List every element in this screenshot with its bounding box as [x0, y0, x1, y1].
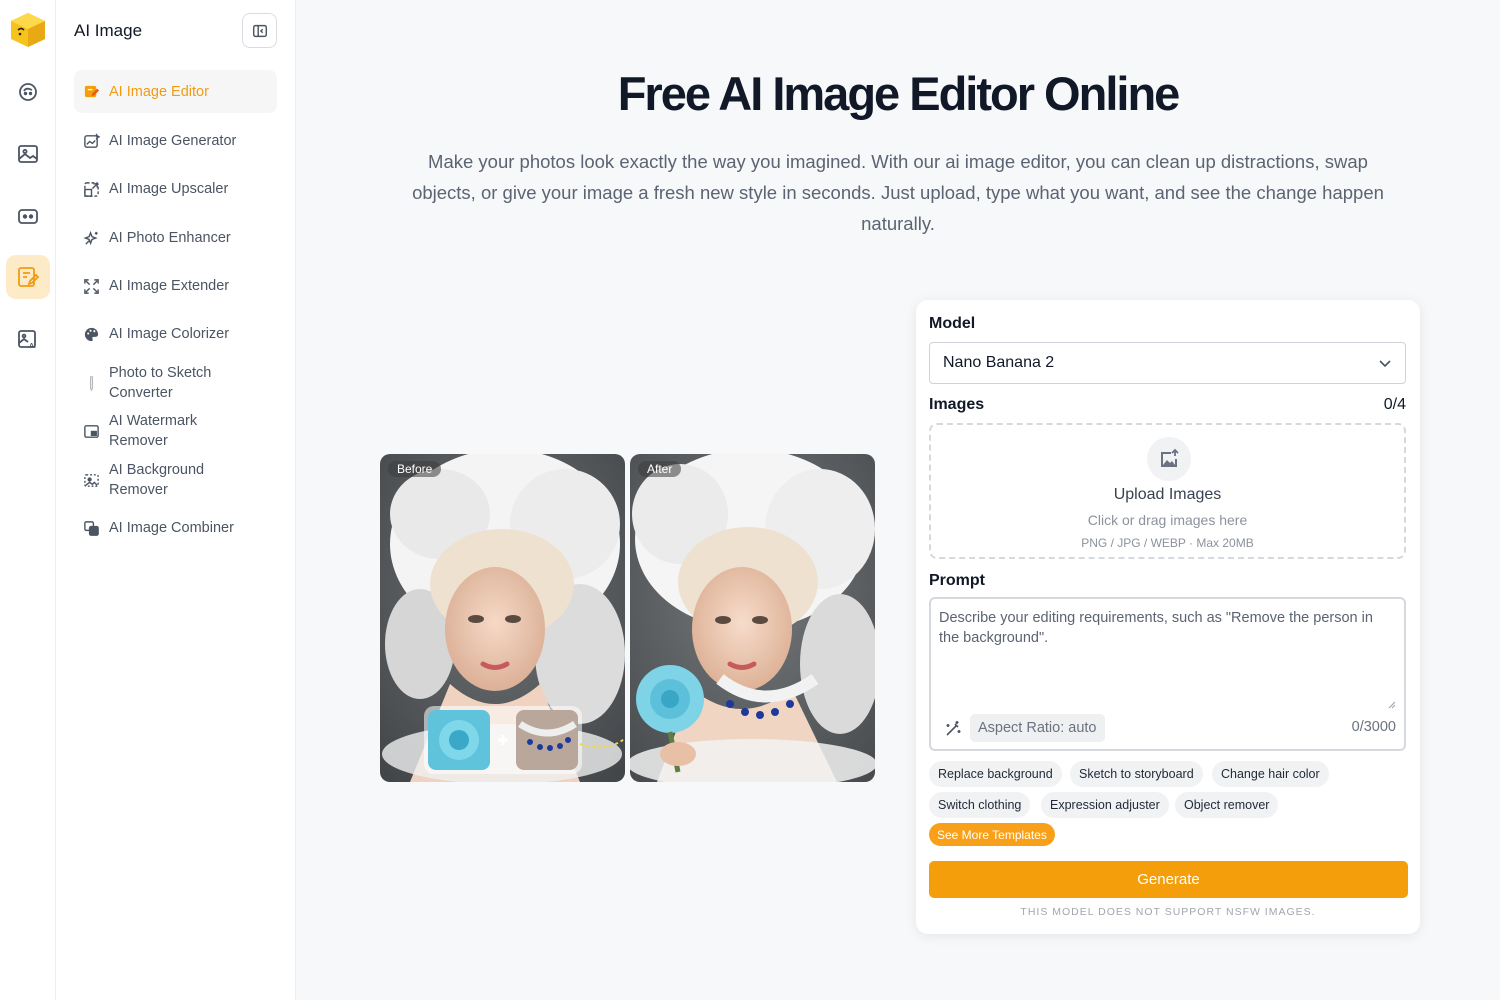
sidebar-item-ai-image-extender[interactable]: AI Image Extender — [74, 275, 277, 297]
sidebar-item-ai-background-remover[interactable]: AI Background Remover — [74, 459, 277, 501]
template-sketch-to-storyboard[interactable]: Sketch to storyboard — [1070, 761, 1203, 787]
template-change-hair-color[interactable]: Change hair color — [1212, 761, 1329, 787]
page-title: Free AI Image Editor Online — [617, 67, 1181, 120]
template-object-remover[interactable]: Object remover — [1175, 792, 1279, 818]
app-logo-icon[interactable] — [9, 11, 47, 49]
see-more-templates-button[interactable]: See More Templates — [929, 823, 1055, 846]
panel-icon — [252, 24, 267, 37]
upscale-icon — [82, 180, 100, 198]
generate-button[interactable]: Generate — [929, 861, 1408, 898]
watermark-icon — [82, 422, 100, 440]
sidebar-title: AI Image — [74, 21, 143, 40]
resize-handle-icon[interactable] — [1386, 699, 1396, 709]
prompt-char-count: 0/3000 — [1351, 719, 1396, 735]
after-image: After — [630, 454, 875, 782]
upload-hint: Click or drag images here — [1087, 512, 1248, 528]
image-upload-dropzone[interactable]: Upload Images Click or drag images here … — [929, 423, 1406, 559]
background-remove-icon — [82, 471, 100, 489]
pencil-icon — [82, 374, 100, 392]
images-label: Images — [929, 396, 985, 413]
model-label: Model — [929, 315, 976, 332]
sidebar-collapse-button[interactable] — [242, 13, 277, 48]
sidebar-item-ai-photo-enhancer[interactable]: AI Photo Enhancer — [74, 227, 277, 249]
combine-icon — [82, 519, 100, 537]
rail-image-edit-icon[interactable] — [6, 255, 50, 299]
sidebar-item-ai-watermark-remover[interactable]: AI Watermark Remover — [74, 410, 277, 452]
rail-image-icon[interactable] — [6, 132, 50, 176]
image-edit-icon — [82, 83, 100, 101]
model-select[interactable]: Nano Banana 2 — [929, 342, 1406, 384]
model-select-value: Nano Banana 2 — [943, 354, 1055, 371]
nsfw-note: This model does not support NSFW images. — [1020, 906, 1316, 918]
upload-image-icon — [1147, 437, 1191, 481]
before-label: Before — [388, 461, 442, 477]
sidebar-item-ai-image-combiner[interactable]: AI Image Combiner — [74, 517, 277, 539]
before-image: Before — [380, 454, 625, 782]
editor-form-card: Model Nano Banana 2 Images 0/4 Upload Im… — [916, 300, 1420, 934]
template-expression-adjuster[interactable]: Expression adjuster — [1041, 792, 1169, 818]
sidebar-item-ai-image-editor[interactable]: AI Image Editor — [74, 70, 277, 113]
prompt-label: Prompt — [929, 572, 985, 589]
upload-title: Upload Images — [1113, 486, 1222, 503]
upload-formats: PNG / JPG / WEBP · Max 20MB — [1081, 536, 1254, 550]
chevron-down-icon — [1379, 360, 1391, 368]
rail-avatar-icon[interactable] — [6, 70, 50, 114]
magic-wand-icon[interactable] — [944, 720, 962, 738]
prompt-input[interactable] — [939, 608, 1397, 710]
prompt-box: Aspect Ratio: auto 0/3000 — [929, 597, 1406, 751]
svg-text:AI: AI — [29, 343, 36, 350]
palette-icon — [82, 325, 100, 343]
template-replace-background[interactable]: Replace background — [929, 761, 1062, 787]
rail-ai-image-icon[interactable]: AI — [6, 317, 50, 361]
sidebar-item-ai-image-colorizer[interactable]: AI Image Colorizer — [74, 323, 277, 345]
icon-rail: AI — [0, 0, 56, 1000]
sparkle-icon — [82, 229, 100, 247]
sidebar-item-ai-image-upscaler[interactable]: AI Image Upscaler — [74, 178, 277, 200]
sidebar-item-photo-to-sketch[interactable]: Photo to Sketch Converter — [74, 362, 277, 404]
expand-icon — [82, 277, 100, 295]
after-label: After — [638, 461, 682, 477]
template-switch-clothing[interactable]: Switch clothing — [929, 792, 1031, 818]
sidebar: AI Image AI Image Editor AI Image Genera… — [56, 0, 296, 1000]
rail-video-icon[interactable] — [6, 194, 50, 238]
image-magic-icon — [82, 132, 100, 150]
sidebar-item-ai-image-generator[interactable]: AI Image Generator — [74, 130, 277, 152]
aspect-ratio-button[interactable]: Aspect Ratio: auto — [970, 714, 1105, 742]
images-count: 0/4 — [1383, 396, 1406, 413]
page-description: Make your photos look exactly the way yo… — [412, 151, 1384, 234]
